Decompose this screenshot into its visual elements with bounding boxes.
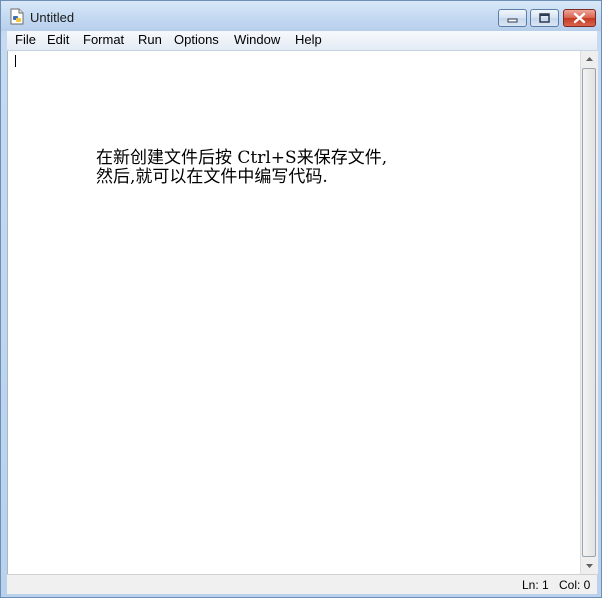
editor-content: 在新创建文件后按 Ctrl+S来保存文件, 然后,就可以在文件中编写代码. [96, 149, 387, 187]
triangle-down-icon [586, 564, 593, 568]
scroll-down-button[interactable] [581, 557, 598, 574]
status-bar: Ln: 1 Col: 0 [7, 574, 597, 594]
maximize-icon [539, 13, 550, 23]
triangle-up-icon [586, 57, 593, 61]
menu-options[interactable]: Options [174, 33, 219, 47]
window-title: Untitled [30, 10, 75, 25]
python-idle-icon [9, 8, 25, 25]
minimize-icon [507, 18, 518, 23]
maximize-button[interactable] [530, 9, 559, 27]
close-icon [573, 12, 586, 24]
status-column: Col: 0 [559, 578, 591, 592]
close-button[interactable] [563, 9, 596, 27]
minimize-button[interactable] [498, 9, 527, 27]
scroll-up-button[interactable] [581, 51, 598, 68]
menu-bar: File Edit Format Run Options Window Help [7, 31, 597, 51]
editor-line-1: 在新创建文件后按 Ctrl+S来保存文件, [96, 148, 388, 168]
menu-format[interactable]: Format [83, 33, 124, 47]
menu-help[interactable]: Help [295, 33, 322, 47]
menu-window[interactable]: Window [234, 33, 280, 47]
menu-run[interactable]: Run [138, 33, 162, 47]
editor-line-2: 然后,就可以在文件中编写代码. [96, 167, 328, 187]
scroll-thumb[interactable] [582, 68, 596, 557]
title-bar[interactable]: Untitled [1, 1, 601, 31]
status-line: Ln: 1 [522, 578, 549, 592]
code-editor[interactable]: 在新创建文件后按 Ctrl+S来保存文件, 然后,就可以在文件中编写代码. [7, 51, 581, 574]
menu-file[interactable]: File [15, 33, 36, 47]
idle-editor-window: Untitled File Edit Format Run Options Wi… [0, 0, 602, 598]
text-caret [15, 55, 16, 67]
vertical-scrollbar[interactable] [580, 51, 598, 574]
menu-edit[interactable]: Edit [47, 33, 69, 47]
